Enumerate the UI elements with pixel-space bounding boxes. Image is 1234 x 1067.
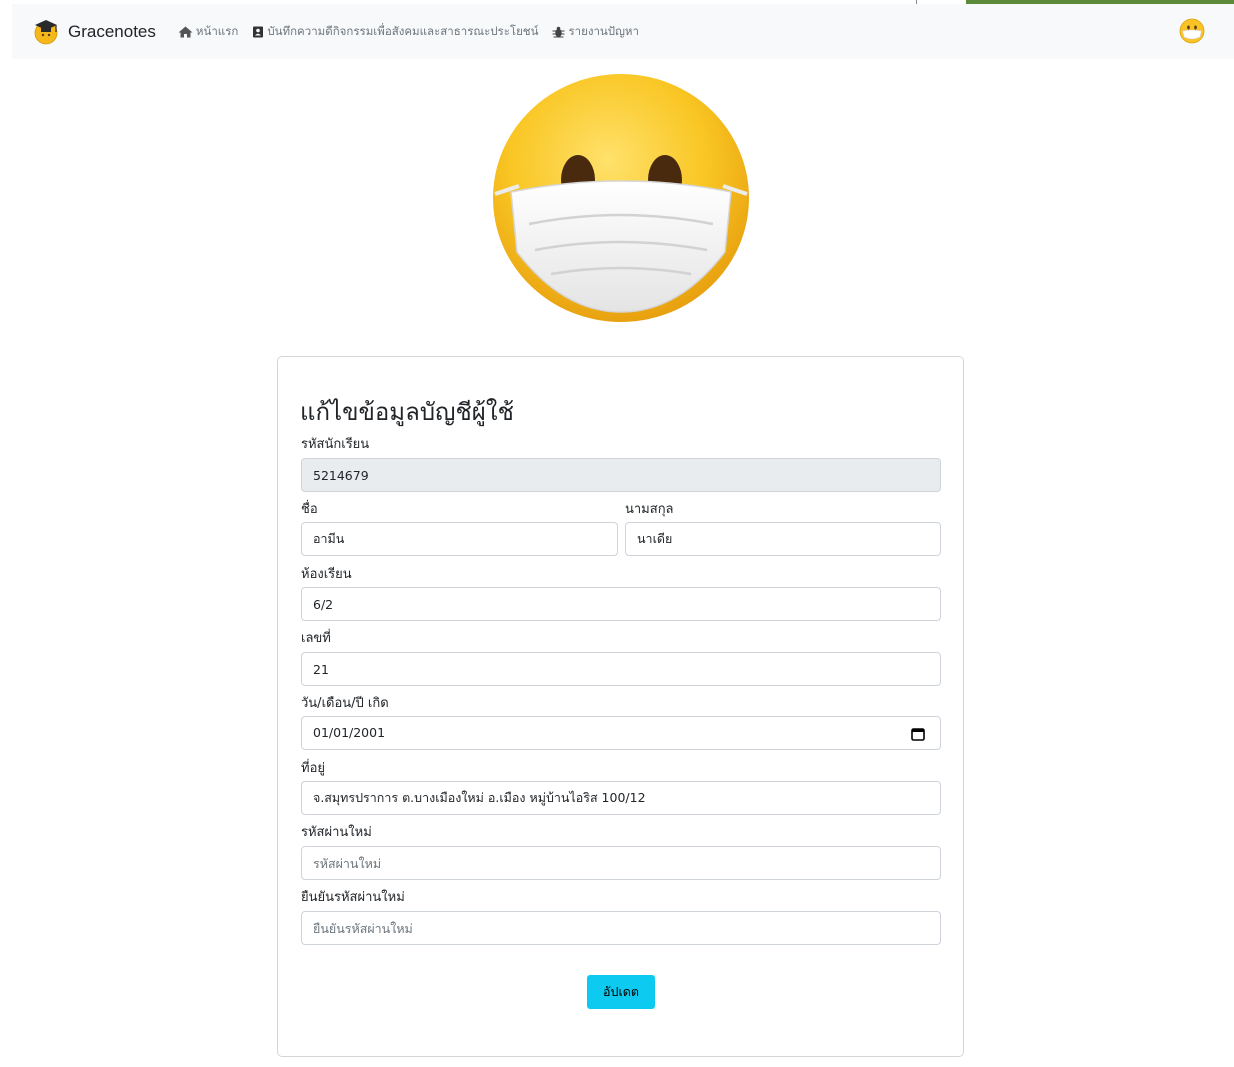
calendar-icon[interactable] — [911, 726, 925, 745]
classroom-label: ห้องเรียน — [301, 567, 352, 582]
birthdate-field[interactable]: 01/01/2001 — [301, 716, 941, 750]
hero-emoji — [489, 74, 753, 326]
masked-face-emoji-icon — [1179, 18, 1205, 44]
nav-link-home-label: หน้าแรก — [195, 23, 239, 38]
confirm-password-label: ยืนยันรหัสผ่านใหม่ — [301, 890, 405, 905]
navbar: Gracenotes หน้าแรก บันทึกความดีกิจกรรมเพ… — [12, 4, 1234, 59]
last-name-field[interactable] — [625, 522, 941, 556]
graduate-avatar-icon — [32, 18, 60, 46]
nav-links: หน้าแรก บันทึกความดีกิจกรรมเพื่อสังคมและ… — [178, 23, 653, 41]
home-icon — [178, 26, 193, 37]
new-password-label: รหัสผ่านใหม่ — [301, 825, 372, 840]
address-field[interactable] — [301, 781, 941, 815]
student-id-label: รหัสนักเรียน — [301, 437, 370, 452]
form-title: แก้ไขข้อมูลบัญชีผู้ใช้ — [300, 398, 514, 426]
last-name-label: นามสกุล — [625, 502, 674, 517]
student-number-field[interactable] — [301, 652, 941, 686]
nav-link-report-problem-label: รายงานปัญหา — [568, 23, 639, 38]
birthdate-label: วัน/เดือน/ปี เกิด — [301, 696, 389, 711]
birthdate-value: 01/01/2001 — [313, 725, 386, 740]
confirm-password-field[interactable] — [301, 911, 941, 945]
update-button[interactable]: อัปเดต — [587, 975, 655, 1009]
bug-icon — [552, 26, 565, 37]
nav-link-good-deeds[interactable]: บันทึกความดีกิจกรรมเพื่อสังคมและสาธารณะป… — [252, 23, 538, 41]
nav-link-report-problem[interactable]: รายงานปัญหา — [552, 23, 639, 41]
masked-face-emoji-icon — [493, 74, 749, 322]
new-password-field[interactable] — [301, 846, 941, 880]
student-id-field — [301, 458, 941, 492]
first-name-label: ชื่อ — [301, 502, 318, 517]
brand-name: Gracenotes — [68, 21, 156, 41]
first-name-field[interactable] — [301, 522, 618, 556]
address-label: ที่อยู่ — [301, 761, 325, 776]
brand-link[interactable]: Gracenotes — [32, 18, 156, 46]
nav-link-good-deeds-label: บันทึกความดีกิจกรรมเพื่อสังคมและสาธารณะป… — [267, 23, 539, 38]
nav-link-home[interactable]: หน้าแรก — [178, 23, 238, 41]
address-book-icon — [253, 26, 264, 37]
student-number-label: เลขที่ — [301, 631, 331, 646]
classroom-field[interactable] — [301, 587, 941, 621]
user-avatar[interactable] — [1179, 18, 1205, 44]
edit-account-card: แก้ไขข้อมูลบัญชีผู้ใช้ รหัสนักเรียน ชื่อ… — [277, 356, 964, 1057]
